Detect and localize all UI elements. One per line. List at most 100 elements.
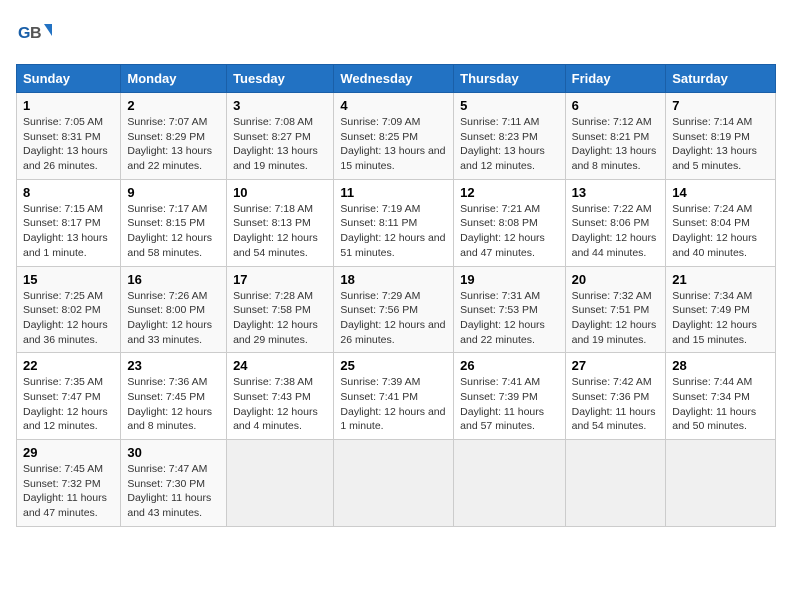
daylight-text: Daylight: 13 hours and 22 minutes. (127, 145, 212, 172)
day-number: 15 (23, 272, 114, 287)
calendar-week-1: 1 Sunrise: 7:05 AM Sunset: 8:31 PM Dayli… (17, 93, 776, 180)
daylight-text: Daylight: 12 hours and 26 minutes. (340, 319, 445, 346)
col-tuesday: Tuesday (227, 65, 334, 93)
sunset-text: Sunset: 7:41 PM (340, 391, 418, 403)
svg-text:B: B (30, 25, 42, 42)
day-number: 29 (23, 445, 114, 460)
sunset-text: Sunset: 7:43 PM (233, 391, 311, 403)
day-number: 13 (572, 185, 660, 200)
day-number: 22 (23, 358, 114, 373)
daylight-text: Daylight: 12 hours and 12 minutes. (23, 406, 108, 433)
daylight-text: Daylight: 13 hours and 8 minutes. (572, 145, 657, 172)
sunset-text: Sunset: 8:23 PM (460, 131, 538, 143)
empty-cell (227, 440, 334, 527)
day-cell-18: 18 Sunrise: 7:29 AM Sunset: 7:56 PM Dayl… (334, 266, 454, 353)
sunrise-text: Sunrise: 7:34 AM (672, 290, 752, 302)
day-number: 3 (233, 98, 327, 113)
sunrise-text: Sunrise: 7:07 AM (127, 116, 207, 128)
sunrise-text: Sunrise: 7:36 AM (127, 376, 207, 388)
col-thursday: Thursday (454, 65, 565, 93)
sunrise-text: Sunrise: 7:21 AM (460, 203, 540, 215)
day-cell-28: 28 Sunrise: 7:44 AM Sunset: 7:34 PM Dayl… (666, 353, 776, 440)
sunset-text: Sunset: 8:19 PM (672, 131, 750, 143)
daylight-text: Daylight: 12 hours and 22 minutes. (460, 319, 545, 346)
sunrise-text: Sunrise: 7:08 AM (233, 116, 313, 128)
sunrise-text: Sunrise: 7:29 AM (340, 290, 420, 302)
sunrise-text: Sunrise: 7:14 AM (672, 116, 752, 128)
sunrise-text: Sunrise: 7:19 AM (340, 203, 420, 215)
daylight-text: Daylight: 12 hours and 40 minutes. (672, 232, 757, 259)
daylight-text: Daylight: 13 hours and 1 minute. (23, 232, 108, 259)
sunrise-text: Sunrise: 7:47 AM (127, 463, 207, 475)
col-sunday: Sunday (17, 65, 121, 93)
daylight-text: Daylight: 12 hours and 36 minutes. (23, 319, 108, 346)
day-cell-30: 30 Sunrise: 7:47 AM Sunset: 7:30 PM Dayl… (121, 440, 227, 527)
day-number: 30 (127, 445, 220, 460)
calendar-week-4: 22 Sunrise: 7:35 AM Sunset: 7:47 PM Dayl… (17, 353, 776, 440)
day-cell-5: 5 Sunrise: 7:11 AM Sunset: 8:23 PM Dayli… (454, 93, 565, 180)
day-number: 25 (340, 358, 447, 373)
daylight-text: Daylight: 12 hours and 47 minutes. (460, 232, 545, 259)
sunrise-text: Sunrise: 7:24 AM (672, 203, 752, 215)
daylight-text: Daylight: 11 hours and 43 minutes. (127, 492, 211, 519)
daylight-text: Daylight: 11 hours and 47 minutes. (23, 492, 107, 519)
day-cell-26: 26 Sunrise: 7:41 AM Sunset: 7:39 PM Dayl… (454, 353, 565, 440)
logo-icon: G B (16, 16, 52, 52)
sunset-text: Sunset: 8:31 PM (23, 131, 101, 143)
day-number: 17 (233, 272, 327, 287)
sunset-text: Sunset: 7:36 PM (572, 391, 650, 403)
daylight-text: Daylight: 13 hours and 15 minutes. (340, 145, 445, 172)
col-saturday: Saturday (666, 65, 776, 93)
daylight-text: Daylight: 12 hours and 33 minutes. (127, 319, 212, 346)
sunset-text: Sunset: 7:30 PM (127, 478, 205, 490)
day-cell-20: 20 Sunrise: 7:32 AM Sunset: 7:51 PM Dayl… (565, 266, 666, 353)
daylight-text: Daylight: 11 hours and 54 minutes. (572, 406, 656, 433)
sunrise-text: Sunrise: 7:26 AM (127, 290, 207, 302)
day-cell-6: 6 Sunrise: 7:12 AM Sunset: 8:21 PM Dayli… (565, 93, 666, 180)
sunset-text: Sunset: 8:15 PM (127, 217, 205, 229)
day-cell-14: 14 Sunrise: 7:24 AM Sunset: 8:04 PM Dayl… (666, 179, 776, 266)
daylight-text: Daylight: 12 hours and 58 minutes. (127, 232, 212, 259)
daylight-text: Daylight: 13 hours and 19 minutes. (233, 145, 318, 172)
page-header: G B (16, 16, 776, 52)
empty-cell (334, 440, 454, 527)
day-cell-2: 2 Sunrise: 7:07 AM Sunset: 8:29 PM Dayli… (121, 93, 227, 180)
svg-text:G: G (18, 25, 30, 42)
sunset-text: Sunset: 8:11 PM (340, 217, 417, 229)
sunset-text: Sunset: 7:56 PM (340, 304, 418, 316)
day-number: 10 (233, 185, 327, 200)
sunrise-text: Sunrise: 7:42 AM (572, 376, 652, 388)
day-cell-9: 9 Sunrise: 7:17 AM Sunset: 8:15 PM Dayli… (121, 179, 227, 266)
day-cell-16: 16 Sunrise: 7:26 AM Sunset: 8:00 PM Dayl… (121, 266, 227, 353)
calendar-table: Sunday Monday Tuesday Wednesday Thursday… (16, 64, 776, 527)
day-number: 6 (572, 98, 660, 113)
day-cell-24: 24 Sunrise: 7:38 AM Sunset: 7:43 PM Dayl… (227, 353, 334, 440)
sunset-text: Sunset: 8:29 PM (127, 131, 205, 143)
day-cell-1: 1 Sunrise: 7:05 AM Sunset: 8:31 PM Dayli… (17, 93, 121, 180)
daylight-text: Daylight: 12 hours and 4 minutes. (233, 406, 318, 433)
day-cell-23: 23 Sunrise: 7:36 AM Sunset: 7:45 PM Dayl… (121, 353, 227, 440)
daylight-text: Daylight: 11 hours and 50 minutes. (672, 406, 756, 433)
sunrise-text: Sunrise: 7:41 AM (460, 376, 540, 388)
day-number: 27 (572, 358, 660, 373)
col-monday: Monday (121, 65, 227, 93)
sunset-text: Sunset: 7:58 PM (233, 304, 311, 316)
sunrise-text: Sunrise: 7:35 AM (23, 376, 103, 388)
day-cell-19: 19 Sunrise: 7:31 AM Sunset: 7:53 PM Dayl… (454, 266, 565, 353)
day-number: 26 (460, 358, 558, 373)
day-cell-7: 7 Sunrise: 7:14 AM Sunset: 8:19 PM Dayli… (666, 93, 776, 180)
day-cell-25: 25 Sunrise: 7:39 AM Sunset: 7:41 PM Dayl… (334, 353, 454, 440)
daylight-text: Daylight: 13 hours and 5 minutes. (672, 145, 757, 172)
day-cell-27: 27 Sunrise: 7:42 AM Sunset: 7:36 PM Dayl… (565, 353, 666, 440)
day-number: 18 (340, 272, 447, 287)
day-number: 12 (460, 185, 558, 200)
day-number: 4 (340, 98, 447, 113)
day-cell-21: 21 Sunrise: 7:34 AM Sunset: 7:49 PM Dayl… (666, 266, 776, 353)
daylight-text: Daylight: 12 hours and 54 minutes. (233, 232, 318, 259)
day-number: 28 (672, 358, 769, 373)
sunrise-text: Sunrise: 7:25 AM (23, 290, 103, 302)
day-number: 5 (460, 98, 558, 113)
sunrise-text: Sunrise: 7:28 AM (233, 290, 313, 302)
day-number: 21 (672, 272, 769, 287)
daylight-text: Daylight: 12 hours and 51 minutes. (340, 232, 445, 259)
